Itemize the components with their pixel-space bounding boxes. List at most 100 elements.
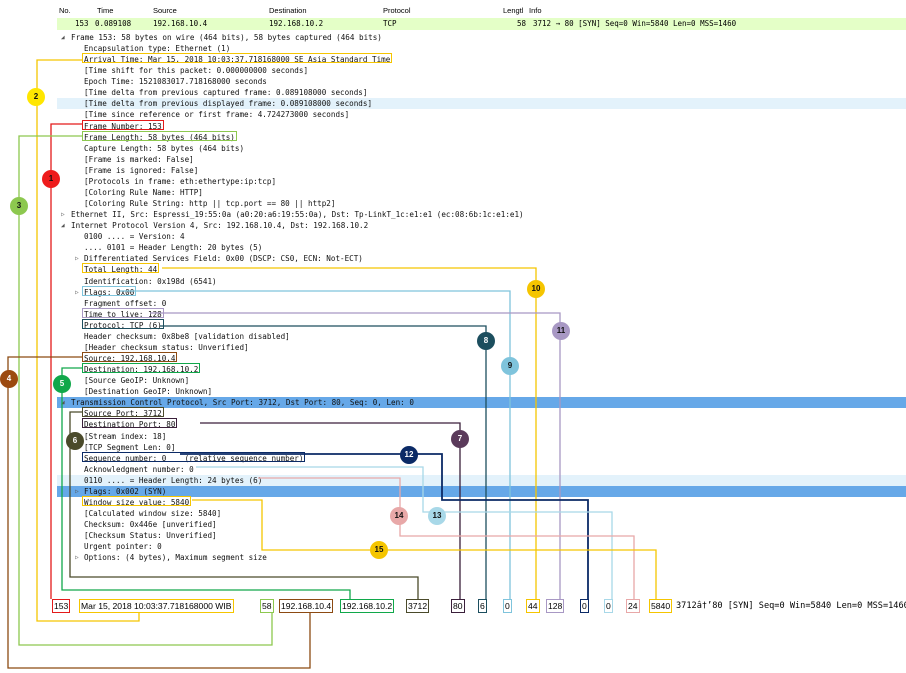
badge-1: 1 (42, 170, 60, 188)
highlight-box (82, 407, 164, 418)
detail-line[interactable]: [Frame is ignored: False] (57, 165, 906, 176)
badge-9: 9 (501, 357, 519, 375)
highlight-box (82, 451, 305, 462)
detail-line[interactable]: Destination Port: 80 (57, 418, 906, 430)
packet-info: 3712 → 80 [SYN] Seq=0 Win=5840 Len=0 MSS… (533, 19, 737, 28)
detail-line[interactable]: Protocol: TCP (6) (57, 318, 906, 331)
summary-cell: 58 (260, 599, 274, 613)
detail-line-text: [Protocols in frame: eth:ethertype:ip:tc… (84, 176, 277, 186)
detail-line[interactable]: [Coloring Rule Name: HTTP] (57, 187, 906, 198)
detail-line[interactable]: [Protocols in frame: eth:ethertype:ip:tc… (57, 176, 906, 187)
detail-line-text: 0100 .... = Version: 4 (84, 232, 185, 242)
detail-line[interactable]: Urgent pointer: 0 (57, 541, 906, 552)
summary-cell: 0 (580, 599, 589, 613)
highlight-box (82, 307, 164, 318)
detail-line[interactable]: [Time delta from previous displayed fram… (57, 98, 906, 110)
summary-cell: 192.168.10.2 (340, 599, 395, 613)
expand-arrow-icon[interactable]: ▷ (61, 209, 65, 220)
packet-source: 192.168.10.4 (153, 19, 208, 28)
summary-cell: Mar 15, 2018 10:03:37.718168000 WIB (79, 599, 234, 613)
detail-line[interactable]: Checksum: 0x446e [unverified] (57, 519, 906, 530)
detail-line[interactable]: .... 0101 = Header Length: 20 bytes (5) (57, 242, 906, 253)
detail-line[interactable]: ◢ Internet Protocol Version 4, Src: 192.1… (57, 220, 906, 231)
detail-line[interactable]: 0110 .... = Header Length: 24 bytes (6) (57, 474, 906, 486)
summary-cell: 192.168.10.4 (279, 599, 334, 613)
detail-line[interactable]: [Destination GeoIP: Unknown] (57, 386, 906, 397)
collapse-arrow-icon[interactable]: ◢ (61, 397, 65, 408)
detail-line[interactable]: Time to live: 128 (57, 307, 906, 320)
detail-line-text: [Coloring Rule Name: HTTP] (84, 187, 203, 197)
detail-line[interactable]: Fragment offset: 0 (57, 298, 906, 309)
detail-line-text: [Time shift for this packet: 0.000000000… (84, 66, 309, 76)
detail-line[interactable]: ▷ Differentiated Services Field: 0x00 (DS… (57, 253, 906, 264)
detail-line[interactable]: [Time since reference or first frame: 4.… (57, 109, 906, 120)
detail-line[interactable]: ▷ Ethernet II, Src: Espressi_19:55:0a (a0… (57, 209, 906, 220)
col-header-source[interactable]: Source (153, 5, 177, 17)
summary-cell: 24 (626, 599, 640, 613)
detail-line[interactable]: ▷ Options: (4 bytes), Maximum segment siz… (57, 552, 906, 563)
collapse-arrow-icon[interactable]: ◢ (61, 220, 65, 231)
badge-8: 8 (477, 332, 495, 350)
detail-line[interactable]: ◢ Frame 153: 58 bytes on wire (464 bits),… (57, 32, 906, 43)
detail-line[interactable]: Frame Length: 58 bytes (464 bits) (57, 130, 906, 143)
col-header-length[interactable]: Lengtl (503, 5, 523, 17)
detail-line-text: [Calculated window size: 5840] (84, 509, 222, 518)
detail-line[interactable]: ◢ Transmission Control Protocol, Src Port… (57, 397, 906, 409)
badge-7: 7 (451, 430, 469, 448)
packet-row[interactable]: 153 0.089108 192.168.10.4 192.168.10.2 T… (57, 18, 906, 30)
detail-line[interactable]: ▷ Flags: 0x00 (57, 285, 906, 298)
detail-line[interactable]: Arrival Time: Mar 15, 2018 10:03:37.7181… (57, 53, 906, 65)
detail-line[interactable]: Total Length: 44 (57, 263, 906, 275)
detail-line[interactable]: [Stream index: 18] (57, 431, 906, 442)
detail-line-text: 0110 .... = Header Length: 24 bytes (6) (84, 475, 263, 485)
detail-line[interactable]: Window size value: 5840 (57, 495, 906, 508)
detail-line-text: Options: (4 bytes), Maximum segment size (84, 553, 267, 563)
summary-cell: 44 (526, 599, 540, 613)
detail-line[interactable]: [Frame is marked: False] (57, 154, 906, 165)
badge-4: 4 (0, 370, 18, 388)
detail-line[interactable]: [Coloring Rule String: http || tcp.port … (57, 198, 906, 209)
badge-3: 3 (10, 197, 28, 215)
col-header-time[interactable]: Time (97, 5, 113, 17)
badge-13: 13 (428, 507, 446, 525)
collapse-arrow-icon[interactable]: ◢ (61, 32, 65, 43)
detail-line-text: [Time delta from previous captured frame… (84, 88, 368, 98)
detail-line[interactable]: Identification: 0x198d (6541) (57, 276, 906, 287)
detail-line[interactable]: Epoch Time: 1521083017.718168000 seconds (57, 76, 906, 87)
detail-line-text: Header checksum: 0x8be8 [validation disa… (84, 331, 290, 341)
detail-line[interactable]: [Time delta from previous captured frame… (57, 87, 906, 98)
col-header-destination[interactable]: Destination (269, 5, 307, 17)
detail-line-text: Urgent pointer: 0 (84, 542, 162, 552)
detail-line[interactable]: 0100 .... = Version: 4 (57, 231, 906, 242)
expand-arrow-icon[interactable]: ▷ (75, 253, 79, 264)
badge-12: 12 (400, 446, 418, 464)
summary-cell: 153 (52, 599, 71, 613)
col-header-no[interactable]: No. (59, 5, 71, 17)
expand-arrow-icon[interactable]: ▷ (75, 486, 79, 497)
detail-line[interactable]: Capture Length: 58 bytes (464 bits) (57, 143, 906, 154)
packet-detail-tree: ◢ Frame 153: 58 bytes on wire (464 bits),… (57, 32, 906, 572)
detail-line-text: Ethernet II, Src: Espressi_19:55:0a (a0:… (71, 210, 524, 220)
detail-line[interactable]: Sequence number: 0 (relative sequence nu… (57, 451, 906, 464)
detail-line[interactable]: [Calculated window size: 5840] (57, 508, 906, 519)
summary-info: 3712â†’80 [SYN] Seq=0 Win=5840 Len=0 MSS… (676, 601, 906, 611)
expand-arrow-icon[interactable]: ▷ (75, 287, 79, 298)
detail-line-text: Capture Length: 58 bytes (464 bits) (84, 143, 245, 153)
detail-line[interactable]: [Source GeoIP: Unknown] (57, 375, 906, 386)
highlight-box (82, 53, 392, 64)
detail-line[interactable]: [Checksum Status: Unverified] (57, 530, 906, 541)
detail-line[interactable]: Acknowledgment number: 0 (57, 464, 906, 475)
col-header-protocol[interactable]: Protocol (383, 5, 411, 17)
col-header-info[interactable]: Info (529, 5, 542, 17)
highlight-box (82, 363, 200, 374)
detail-line-text: [Frame is marked: False] (84, 154, 194, 164)
badge-11: 11 (552, 322, 570, 340)
summary-cell: 128 (546, 599, 565, 613)
expand-arrow-icon[interactable]: ▷ (75, 552, 79, 563)
detail-line[interactable]: [Time shift for this packet: 0.000000000… (57, 65, 906, 76)
highlight-box (82, 418, 177, 429)
badge-2: 2 (27, 88, 45, 106)
detail-line[interactable]: Destination: 192.168.10.2 (57, 363, 906, 375)
detail-line[interactable]: Source Port: 3712 (57, 407, 906, 419)
highlight-box (82, 285, 136, 296)
